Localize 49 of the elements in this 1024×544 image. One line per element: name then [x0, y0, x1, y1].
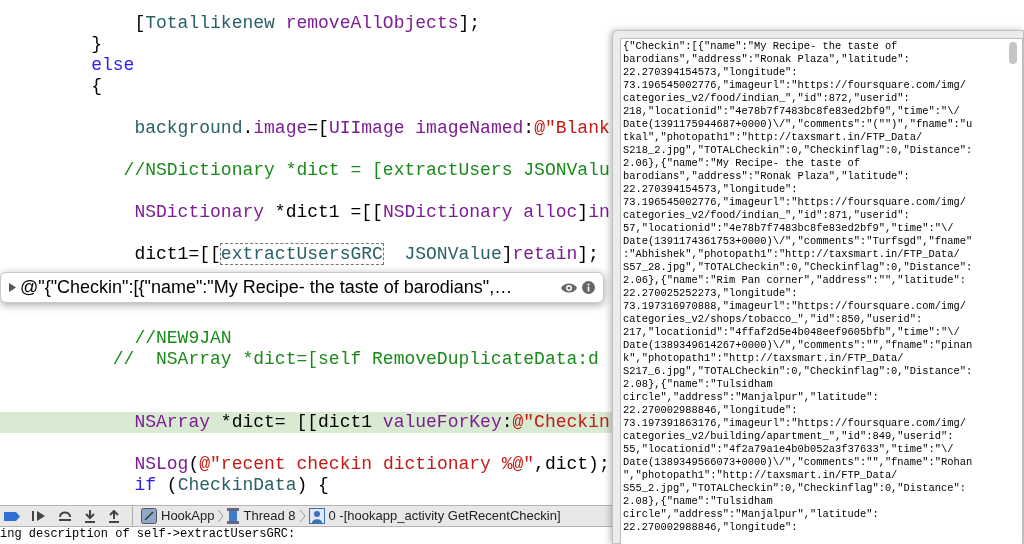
json-text-line: 22.270394154573,"longitude":	[623, 183, 799, 196]
scrollbar-thumb[interactable]	[1009, 42, 1017, 64]
chevron-icon	[299, 510, 305, 522]
disclosure-triangle-icon[interactable]	[9, 283, 16, 292]
breakpoint-icon[interactable]	[4, 511, 20, 521]
json-text-line: Date(1389349614267+0000)\/","comments":"","fname":"pinan	[623, 339, 974, 352]
json-text-line: 2.08},{"name":"Tulsidham	[623, 495, 774, 508]
json-text-line: 73.197316970888,"imageurl":"https://foursquare.com/img/	[623, 300, 967, 313]
json-text-line: 22.270002988846,"longitude":	[623, 521, 799, 534]
json-text-line: circle","address":"Manjalpur","latitude":	[623, 508, 880, 521]
json-text-line: circle","address":"Manjalpur","latitude":	[623, 391, 880, 404]
json-text-line: :"Abhishek","photopath1":"http://taxsmart.in/FTP_Data/	[623, 248, 961, 261]
json-text-line: 217,"locationid":"4ffaf2d5e4b048eef9605bfb","time":"\/	[623, 326, 961, 339]
step-into-icon[interactable]	[84, 509, 96, 523]
json-text-line: categories_v2/shops/tobacco_","id":850,"userid":	[623, 313, 924, 326]
info-icon[interactable]	[582, 281, 595, 294]
datatip-value: @"{"Checkin":[{"name":"My Recipe- the taste of barodians",…	[20, 276, 514, 299]
app-icon	[141, 508, 157, 524]
json-text-line: {"Checkin":[{"name":"My Recipe- the taste of	[623, 40, 899, 53]
json-text-line: 73.197391863176,"imageurl":"https://foursquare.com/img/	[623, 417, 967, 430]
step-out-icon[interactable]	[108, 509, 120, 523]
jump-bar-item[interactable]: 0 -[hookapp_activity GetRecentCheckin]	[308, 506, 561, 526]
console-line: ing description of self->extractUsersGRC:	[0, 527, 297, 541]
json-text-line: Date(1391175944687+0000)\/","comments":"("")","fname":"u	[623, 118, 974, 131]
thread-icon	[227, 508, 240, 524]
json-text-line: 2.06},{"name":"Rim Pan corner","address":"","latitude":	[623, 274, 967, 287]
json-text-line: 73.196545002776,"imageurl":"https://foursquare.com/img/	[623, 79, 967, 92]
step-over-icon[interactable]	[58, 510, 72, 522]
json-text-line: categories_v2/building/apartment_","id":849,"userid":	[623, 430, 955, 443]
eye-icon[interactable]	[560, 281, 578, 294]
json-text-line: 22.270394154573,"longitude":	[623, 66, 799, 79]
json-text-line: categories_v2/food/indian_","id":871,"userid":	[623, 209, 911, 222]
json-text-line: 2.08},{"name":"Tulsidham	[623, 378, 774, 391]
jump-bar-item[interactable]: HookApp	[141, 506, 215, 526]
json-text-line: barodians","address":"Ronak Plaza","latitude":	[623, 170, 911, 183]
json-text-line: S55_2.jpg","TOTALCheckin":0,"Checkinflag":0,"Distance":	[623, 482, 967, 495]
continue-icon[interactable]	[32, 511, 46, 521]
stack-frame-icon	[308, 508, 325, 524]
json-text-line: S218_2.jpg","TOTALCheckin":0,"Checkinflag":0,"Distance":	[623, 144, 974, 157]
json-text-line: 2.06},{"name":"My Recipe- the taste of	[623, 157, 861, 170]
json-text-line: 57,"locationid":"4e78b7f7483bc8fe83ed2bf9","time":"\/	[623, 222, 955, 235]
json-text-line: 22.270025252273,"longitude":	[623, 287, 799, 300]
jump-bar-item[interactable]: Thread 8	[227, 506, 296, 526]
json-text-line: 218,"locationid":"4e78b7f7483bc8fe83ed2bf9","time":"\/	[623, 105, 961, 118]
json-text-line: 55,"locationid":"4f2a79a1e4b0b052a3f37633","time":"\/	[623, 443, 955, 456]
json-text-line: Date(1389349566073+0000)\/","comments":"","fname":"Rohan	[623, 456, 974, 469]
json-text-line: k","photopath1":"http://taxsmart.in/FTP_Data/	[623, 352, 905, 365]
chevron-icon	[218, 510, 224, 522]
json-text-line: barodians","address":"Ronak Plaza","latitude":	[623, 53, 911, 66]
